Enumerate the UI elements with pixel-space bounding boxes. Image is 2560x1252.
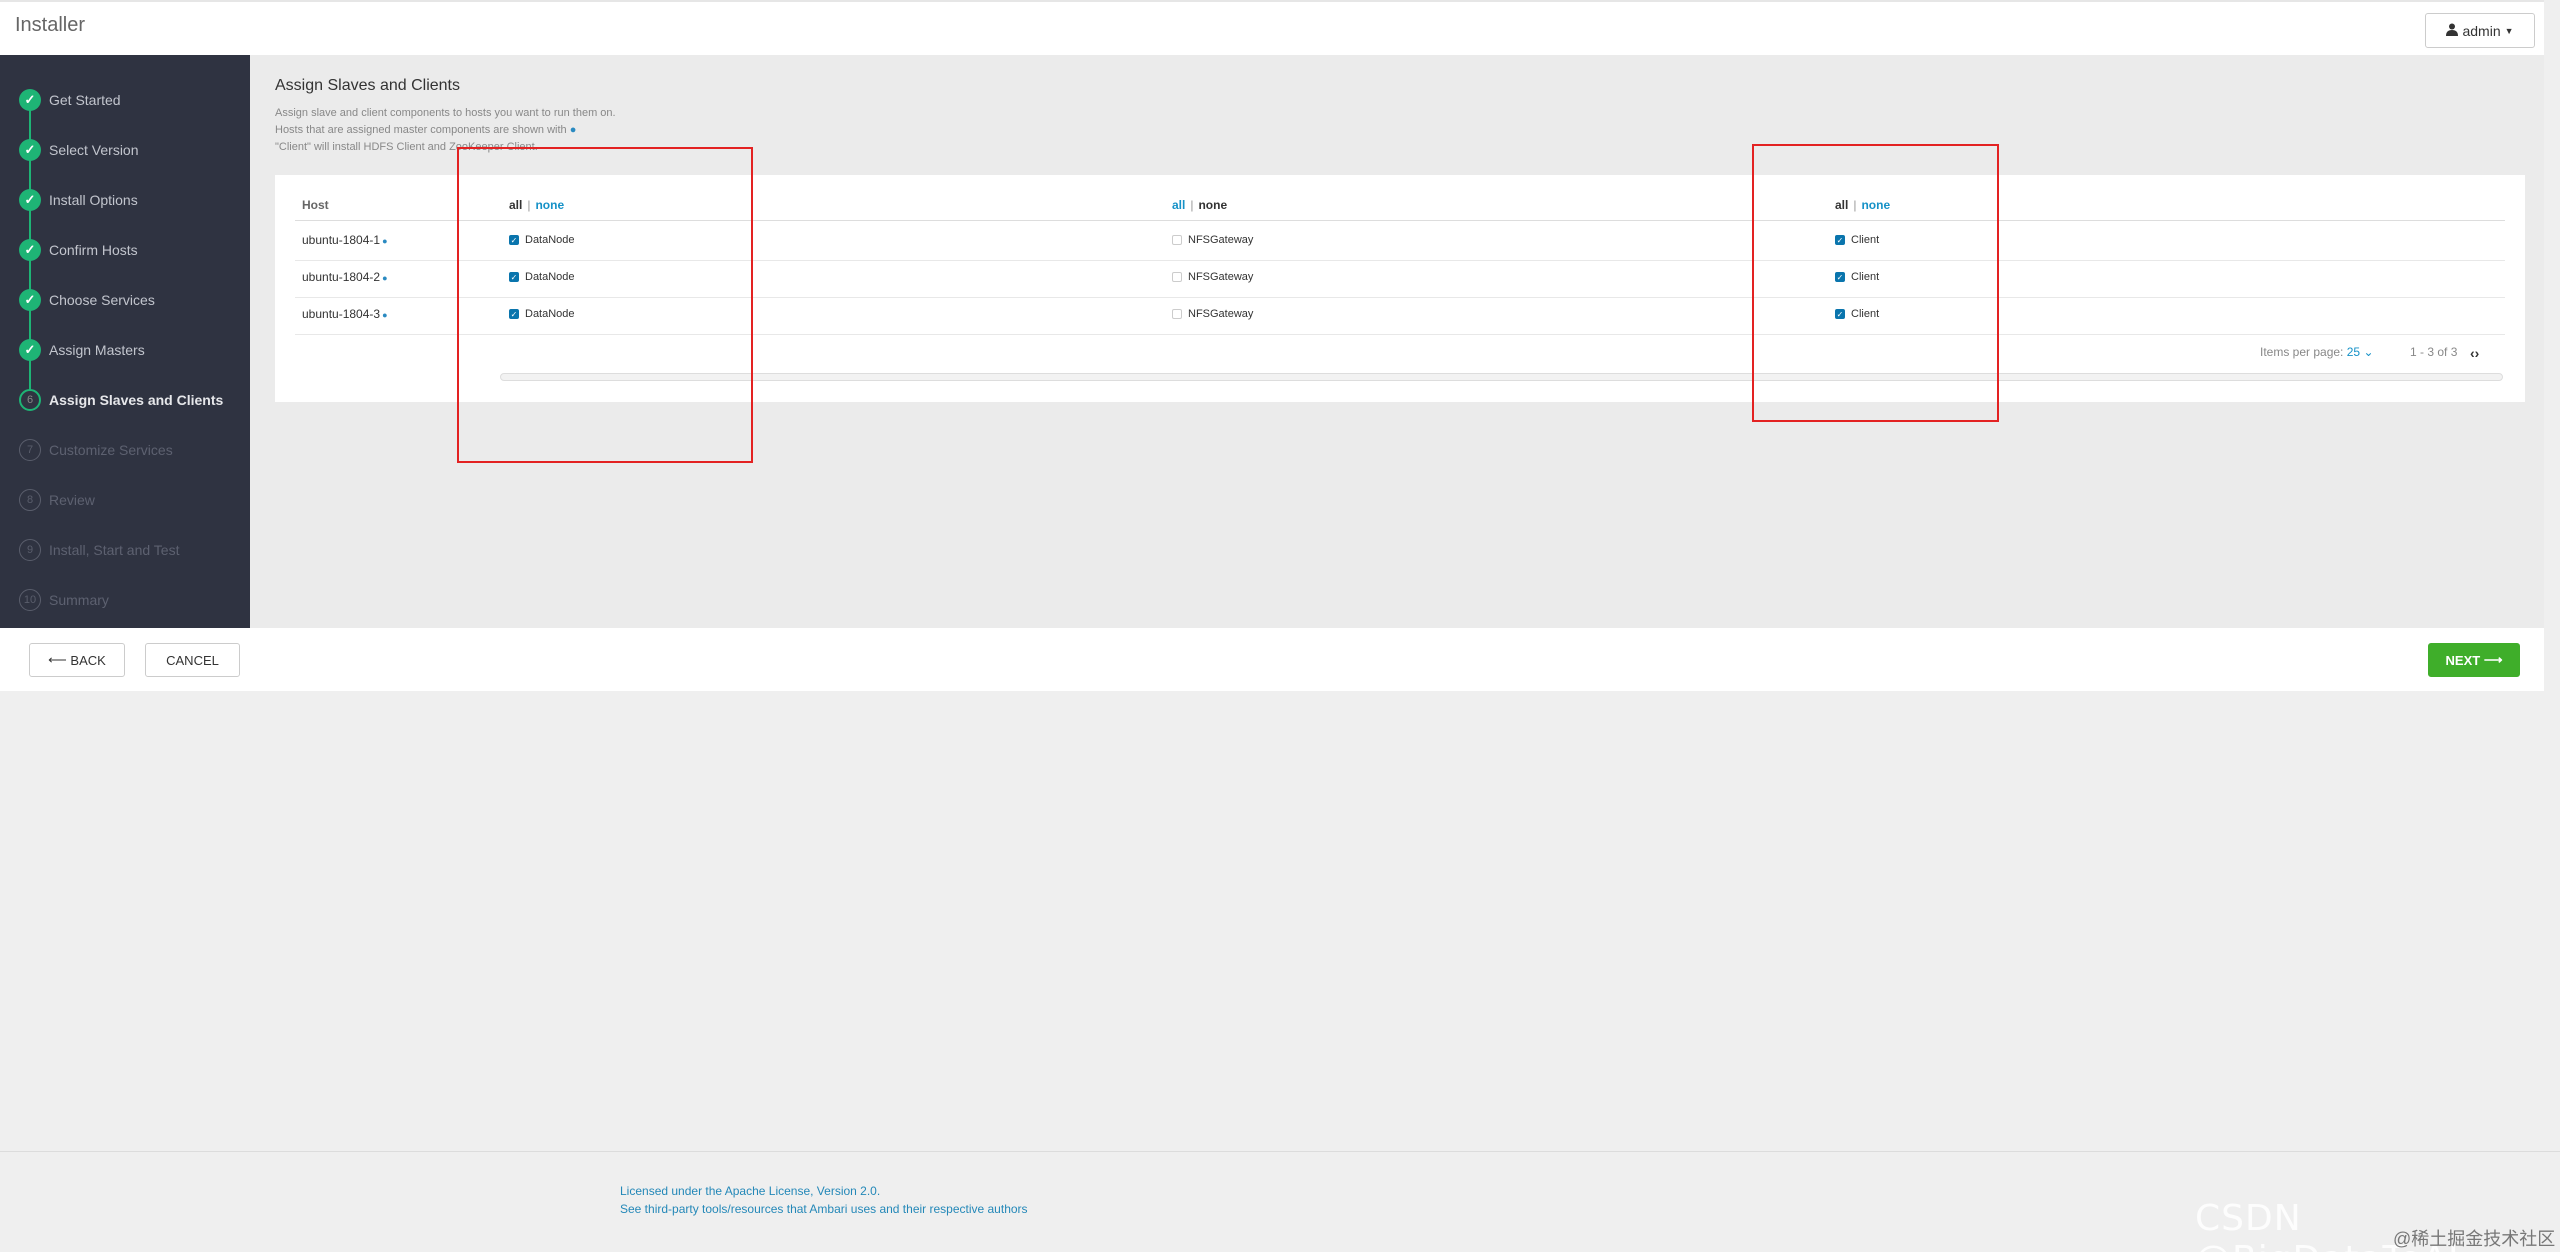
wizard-step: 8 Review — [19, 488, 95, 512]
wizard-step-label: Assign Slaves and Clients — [49, 392, 224, 408]
highlight-box-datanode — [457, 147, 753, 463]
nfsgateway-toggle: all | none — [1172, 198, 1228, 212]
master-dot-icon: ● — [382, 236, 388, 246]
next-page-icon[interactable]: › — [2475, 345, 2480, 361]
license-link[interactable]: Licensed under the Apache License, Versi… — [620, 1184, 880, 1198]
checkbox-unchecked[interactable] — [1172, 235, 1182, 245]
check-circle-icon: ✓ — [19, 239, 41, 261]
check-circle-icon: ✓ — [19, 289, 41, 311]
back-button[interactable]: ⟵ BACK — [29, 643, 125, 677]
checkbox-unchecked[interactable] — [1172, 309, 1182, 319]
page-title: Assign Slaves and Clients — [275, 77, 460, 94]
nfsgateway-all-link[interactable]: all — [1172, 198, 1185, 212]
host-column-header: Host — [302, 198, 329, 212]
wizard-step: 9 Install, Start and Test — [19, 538, 179, 562]
wizard-step[interactable]: ✓ Select Version — [19, 138, 139, 162]
component-checkbox-cell[interactable]: NFSGateway — [1172, 234, 1253, 246]
wizard-step-label: Install, Start and Test — [49, 542, 180, 558]
top-bar: Installer admin ▼ — [0, 0, 2544, 55]
wizard-step-label: Install Options — [49, 192, 138, 208]
wizard-step: 6 Assign Slaves and Clients — [19, 388, 223, 412]
wizard-step[interactable]: ✓ Choose Services — [19, 288, 155, 312]
items-per-page-label: Items per page: — [2260, 345, 2344, 359]
wizard-step-label: Get Started — [49, 92, 121, 108]
wizard-step-label: Assign Masters — [49, 342, 145, 358]
wizard-step[interactable]: ✓ Confirm Hosts — [19, 238, 138, 262]
step-number-badge: 7 — [19, 439, 41, 461]
footer-divider — [0, 1151, 2560, 1152]
wizard-step-label: Confirm Hosts — [49, 242, 138, 258]
component-label: NFSGateway — [1188, 308, 1254, 320]
check-circle-icon: ✓ — [19, 89, 41, 111]
arrow-right-icon: ⟶ — [2480, 652, 2503, 667]
description-line-1: Assign slave and client components to ho… — [275, 107, 616, 119]
checkbox-unchecked[interactable] — [1172, 272, 1182, 282]
step-number-badge: 9 — [19, 539, 41, 561]
check-circle-icon: ✓ — [19, 339, 41, 361]
caret-down-icon: ▼ — [2504, 25, 2514, 36]
description-line-2: Hosts that are assigned master component… — [275, 124, 577, 136]
third-party-link[interactable]: See third-party tools/resources that Amb… — [620, 1202, 1028, 1216]
user-menu-button[interactable]: admin ▼ — [2425, 13, 2535, 48]
step-number-badge: 10 — [19, 589, 41, 611]
wizard-step-label: Select Version — [49, 142, 139, 158]
wizard-step-label: Review — [49, 492, 95, 508]
wizard-step-label: Choose Services — [49, 292, 155, 308]
pagination-arrows: ‹› — [2470, 345, 2479, 361]
master-dot-icon: ● — [569, 124, 577, 136]
chevron-down-icon: ⌄ — [2363, 345, 2374, 359]
nfsgateway-none-link[interactable]: none — [1198, 198, 1227, 212]
wizard-step: 7 Customize Services — [19, 438, 173, 462]
master-dot-icon: ● — [382, 310, 388, 320]
arrow-left-icon: ⟵ — [48, 652, 71, 667]
items-per-page: Items per page: 25 ⌄ — [2260, 345, 2374, 359]
user-name: admin — [2462, 22, 2501, 39]
component-checkbox-cell[interactable]: NFSGateway — [1172, 271, 1253, 283]
step-number-badge: 8 — [19, 489, 41, 511]
action-bar: ⟵ BACK CANCEL NEXT ⟶ — [0, 628, 2544, 691]
page-range: 1 - 3 of 3 — [2410, 345, 2458, 359]
wizard-step[interactable]: ✓ Get Started — [19, 88, 121, 112]
host-name: ubuntu-1804-3 ● — [302, 307, 388, 321]
juejin-watermark: @稀土掘金技术社区 — [2393, 1229, 2556, 1249]
wizard-step[interactable]: ✓ Assign Masters — [19, 338, 145, 362]
user-icon — [2446, 23, 2459, 39]
highlight-box-client — [1752, 144, 1999, 422]
wizard-step-label: Customize Services — [49, 442, 173, 458]
host-name: ubuntu-1804-2 ● — [302, 270, 388, 284]
component-label: NFSGateway — [1188, 271, 1254, 283]
component-checkbox-cell[interactable]: NFSGateway — [1172, 308, 1253, 320]
master-dot-icon: ● — [382, 273, 388, 283]
next-button[interactable]: NEXT ⟶ — [2428, 643, 2520, 677]
horizontal-scrollbar[interactable] — [500, 373, 2503, 381]
items-per-page-select[interactable]: 25 ⌄ — [2347, 345, 2374, 359]
wizard-step: 10 Summary — [19, 588, 109, 612]
wizard-step-label: Summary — [49, 592, 109, 608]
wizard-step[interactable]: ✓ Install Options — [19, 188, 138, 212]
wizard-sidebar: ✓ Get Started ✓ Select Version ✓ Install Opti… — [0, 55, 250, 628]
app-title: Installer — [15, 14, 86, 36]
check-circle-icon: ✓ — [19, 189, 41, 211]
step-number-badge: 6 — [19, 389, 41, 411]
cancel-button[interactable]: CANCEL — [145, 643, 240, 677]
component-label: NFSGateway — [1188, 234, 1254, 246]
check-circle-icon: ✓ — [19, 139, 41, 161]
host-name: ubuntu-1804-1 ● — [302, 233, 388, 247]
